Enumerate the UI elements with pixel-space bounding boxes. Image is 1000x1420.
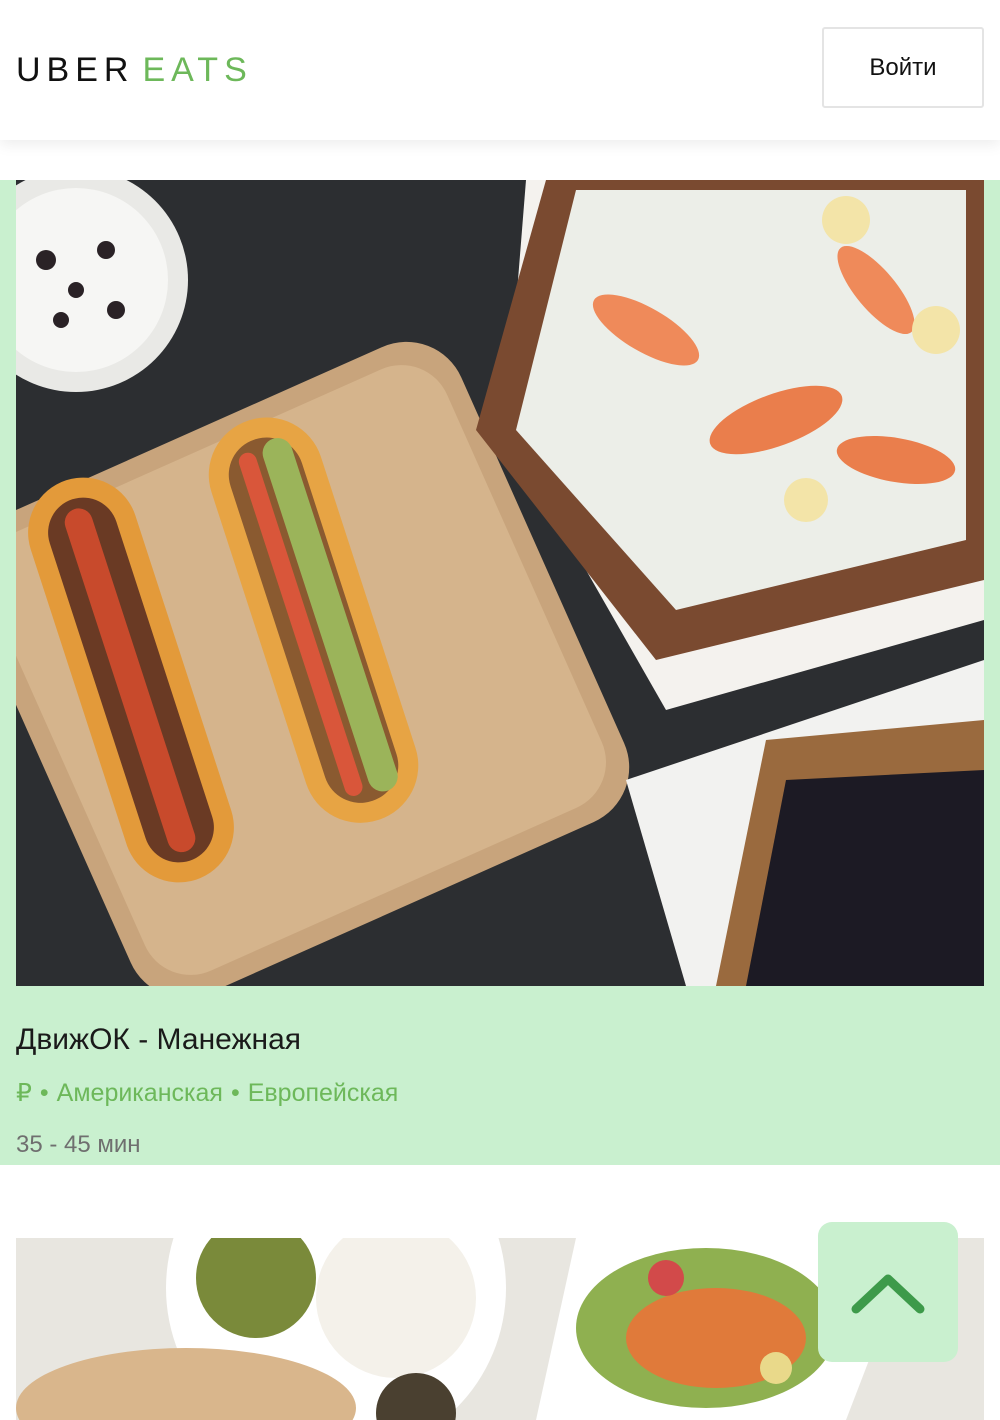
cuisine-tag: Американская [56,1079,223,1107]
chevron-up-icon [851,1274,925,1314]
separator-dot: • [39,1079,49,1107]
logo-uber-text: UBER [16,51,135,89]
restaurant-card[interactable]: ДвижОК - Манежная ₽ • Американская • Европей… [0,180,1000,1165]
restaurant-photo[interactable] [16,180,984,986]
logo-eats-text: EATS [142,51,253,89]
price-level: ₽ [16,1079,32,1107]
delivery-time: 35 - 45 мин [16,1131,141,1158]
uber-eats-logo[interactable]: UBER EATS [16,50,253,90]
login-button[interactable]: Войти [822,27,984,108]
restaurant-name[interactable]: ДвижОК - Манежная [16,1023,301,1057]
restaurant-meta: ₽ • Американская • Европейская [16,1078,398,1108]
separator-dot: • [230,1079,240,1107]
top-bar: UBER EATS Войти [0,0,1000,140]
scroll-to-top-button[interactable] [818,1222,958,1362]
cuisine-tag: Европейская [247,1079,399,1107]
food-photo-illustration [16,180,984,986]
